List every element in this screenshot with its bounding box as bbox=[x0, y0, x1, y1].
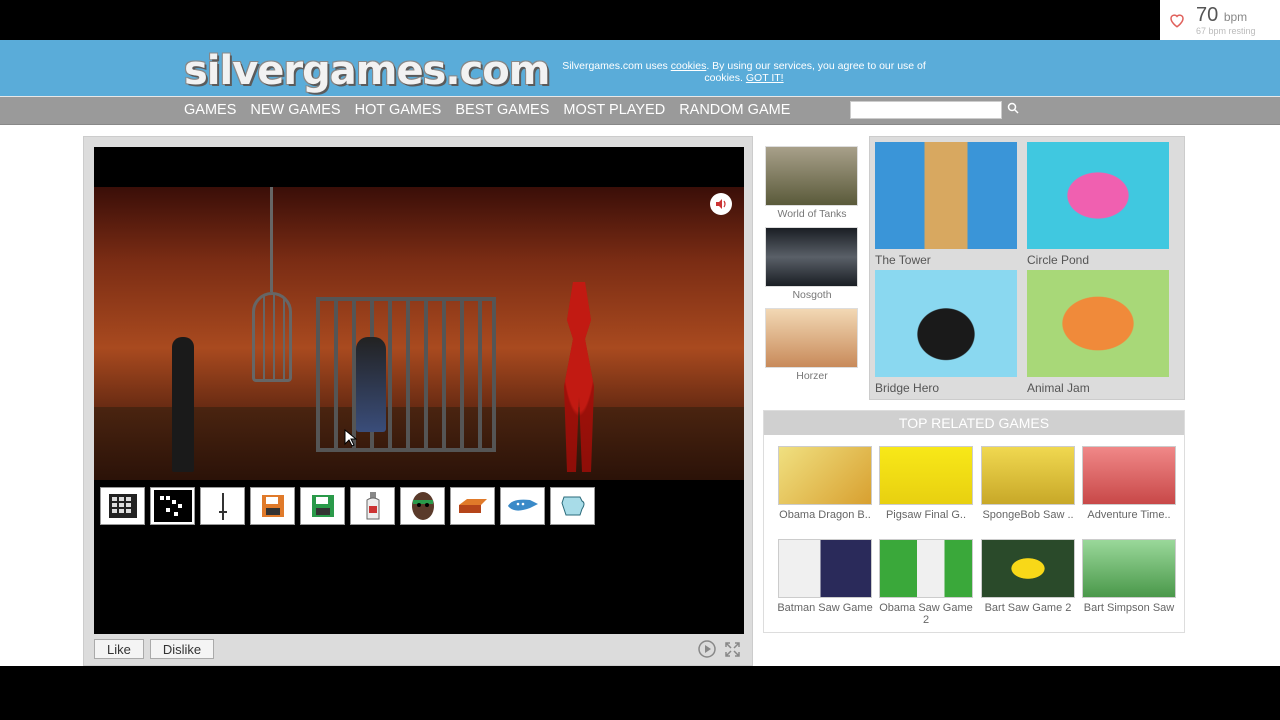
search-input[interactable] bbox=[850, 101, 1002, 119]
featured-game-thumbnail[interactable] bbox=[875, 142, 1017, 249]
side-game-world-of-tanks[interactable]: World of Tanks bbox=[765, 146, 859, 220]
mouse-cursor-icon bbox=[344, 429, 358, 447]
featured-game-thumbnail[interactable] bbox=[1027, 270, 1169, 377]
cookies-link[interactable]: cookies bbox=[671, 60, 707, 72]
related-game-thumbnail[interactable] bbox=[778, 446, 872, 505]
floppy-disk-orange-icon[interactable] bbox=[250, 487, 295, 525]
related-game-thumbnail[interactable] bbox=[778, 539, 872, 598]
related-game-thumbnail[interactable] bbox=[1082, 446, 1176, 505]
nav-new-games[interactable]: NEW GAMES bbox=[250, 102, 340, 118]
side-game-label[interactable]: Horzer bbox=[765, 370, 859, 382]
knife-icon[interactable] bbox=[200, 487, 245, 525]
nav-bar: GAMES NEW GAMES HOT GAMES BEST GAMES MOS… bbox=[0, 97, 1280, 125]
related-game-item[interactable]: Adventure Time.. bbox=[1078, 446, 1180, 521]
cookie-text-prefix: Silvergames.com uses bbox=[562, 60, 671, 72]
side-game-thumbnail[interactable] bbox=[765, 227, 858, 287]
nav-games[interactable]: GAMES bbox=[184, 102, 236, 118]
nav-most-played[interactable]: MOST PLAYED bbox=[563, 102, 665, 118]
featured-game-label[interactable]: The Tower bbox=[875, 253, 1017, 267]
game-scene[interactable] bbox=[94, 187, 744, 480]
related-game-thumbnail[interactable] bbox=[981, 446, 1075, 505]
resting-bpm: 67 bpm resting bbox=[1196, 25, 1256, 36]
related-game-thumbnail[interactable] bbox=[879, 539, 973, 598]
related-game-item[interactable]: Bart Simpson Saw bbox=[1078, 539, 1180, 614]
related-game-item[interactable]: Batman Saw Game bbox=[774, 539, 876, 614]
featured-game-the-tower[interactable]: The Tower bbox=[875, 142, 1017, 267]
heart-icon bbox=[1170, 14, 1184, 28]
crossword-icon[interactable] bbox=[150, 487, 195, 525]
mask-icon[interactable] bbox=[400, 487, 445, 525]
search-icon[interactable] bbox=[1007, 102, 1019, 114]
side-game-thumbnail[interactable] bbox=[765, 308, 858, 368]
heart-rate-widget: 70 bpm 67 bpm resting bbox=[1160, 0, 1280, 40]
related-game-thumbnail[interactable] bbox=[981, 539, 1075, 598]
related-game-label[interactable]: Bart Saw Game 2 bbox=[977, 602, 1079, 614]
side-game-horzer[interactable]: Horzer bbox=[765, 308, 859, 382]
fullscreen-icon[interactable] bbox=[725, 642, 740, 657]
cookie-notice: Silvergames.com uses cookies. By using o… bbox=[560, 60, 928, 84]
header-bar: silvergames.com Silvergames.com uses coo… bbox=[0, 40, 1280, 97]
ocarina-icon[interactable] bbox=[500, 487, 545, 525]
caged-character[interactable] bbox=[356, 337, 386, 432]
grid-panel-icon[interactable] bbox=[100, 487, 145, 525]
related-game-thumbnail[interactable] bbox=[1082, 539, 1176, 598]
hanging-chain bbox=[270, 187, 273, 292]
side-game-nosgoth[interactable]: Nosgoth bbox=[765, 227, 859, 301]
featured-game-label[interactable]: Bridge Hero bbox=[875, 381, 1017, 395]
site-logo[interactable]: silvergames.com bbox=[184, 48, 550, 94]
related-game-item[interactable]: Obama Dragon B.. bbox=[774, 446, 876, 521]
related-game-label[interactable]: Adventure Time.. bbox=[1078, 509, 1180, 521]
related-game-label[interactable]: Bart Simpson Saw bbox=[1078, 602, 1180, 614]
floppy-disk-green-icon[interactable] bbox=[300, 487, 345, 525]
featured-game-thumbnail[interactable] bbox=[1027, 142, 1169, 249]
bpm-unit: bpm bbox=[1223, 9, 1248, 24]
inventory-bar bbox=[100, 487, 595, 525]
related-game-thumbnail[interactable] bbox=[879, 446, 973, 505]
jug-icon[interactable] bbox=[550, 487, 595, 525]
featured-game-label[interactable]: Animal Jam bbox=[1027, 381, 1169, 395]
featured-game-thumbnail[interactable] bbox=[875, 270, 1017, 377]
brick-icon[interactable] bbox=[450, 487, 495, 525]
play-icon[interactable] bbox=[698, 640, 716, 658]
related-game-label[interactable]: SpongeBob Saw .. bbox=[977, 509, 1079, 521]
nav-best-games[interactable]: BEST GAMES bbox=[455, 102, 549, 118]
side-game-label[interactable]: World of Tanks bbox=[765, 208, 859, 220]
featured-game-bridge-hero[interactable]: Bridge Hero bbox=[875, 270, 1017, 395]
cookie-text-middle: . By using our services, you agree to ou… bbox=[704, 60, 926, 84]
related-game-label[interactable]: Pigsaw Final G.. bbox=[875, 509, 977, 521]
game-panel: Like Dislike bbox=[83, 136, 753, 666]
cookie-got-it-button[interactable]: GOT IT! bbox=[746, 72, 784, 84]
hanging-cage[interactable] bbox=[252, 292, 292, 382]
featured-game-label[interactable]: Circle Pond bbox=[1027, 253, 1169, 267]
shadow-figure[interactable] bbox=[172, 337, 194, 472]
related-game-label[interactable]: Obama Saw Game 2 bbox=[875, 602, 977, 626]
bpm-value: 70 bbox=[1196, 3, 1219, 26]
featured-game-circle-pond[interactable]: Circle Pond bbox=[1027, 142, 1169, 267]
dislike-button[interactable]: Dislike bbox=[149, 639, 215, 659]
like-button[interactable]: Like bbox=[94, 639, 144, 659]
related-game-label[interactable]: Obama Dragon B.. bbox=[774, 509, 876, 521]
related-game-item[interactable]: Bart Saw Game 2 bbox=[977, 539, 1079, 614]
floor-cage[interactable] bbox=[316, 297, 496, 452]
related-games-title: TOP RELATED GAMES bbox=[764, 411, 1184, 435]
side-game-thumbnail[interactable] bbox=[765, 146, 858, 206]
silvergames-page: silvergames.com Silvergames.com uses coo… bbox=[0, 40, 1280, 666]
related-game-label[interactable]: Batman Saw Game bbox=[774, 602, 876, 614]
bottle-icon[interactable] bbox=[350, 487, 395, 525]
related-game-item[interactable]: Pigsaw Final G.. bbox=[875, 446, 977, 521]
featured-game-animal-jam[interactable]: Animal Jam bbox=[1027, 270, 1169, 395]
side-games-list: World of Tanks Nosgoth Horzer bbox=[765, 146, 859, 389]
sound-toggle-icon[interactable] bbox=[710, 193, 732, 215]
featured-games-grid: The Tower Circle Pond Bridge Hero Animal… bbox=[869, 136, 1185, 400]
related-game-item[interactable]: Obama Saw Game 2 bbox=[875, 539, 977, 626]
nav-random-game[interactable]: RANDOM GAME bbox=[679, 102, 790, 118]
top-related-games: TOP RELATED GAMES Obama Dragon B.. Pigsa… bbox=[763, 410, 1185, 633]
game-canvas[interactable] bbox=[94, 147, 744, 634]
related-game-item[interactable]: SpongeBob Saw .. bbox=[977, 446, 1079, 521]
nav-hot-games[interactable]: HOT GAMES bbox=[355, 102, 442, 118]
side-game-label[interactable]: Nosgoth bbox=[765, 289, 859, 301]
